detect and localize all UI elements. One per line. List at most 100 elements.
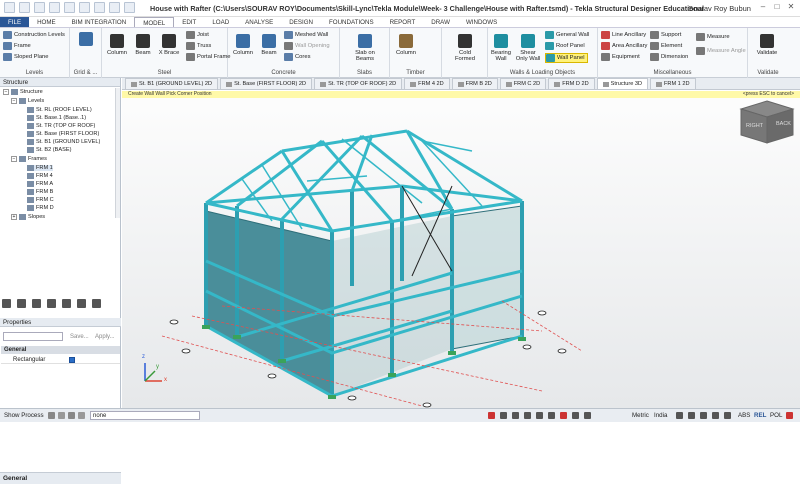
layers-icon[interactable] bbox=[92, 299, 101, 308]
tree-level-item[interactable]: St. B2 (BASE) bbox=[27, 147, 71, 153]
tree-level-item[interactable]: St. TR (TOP OF ROOF) bbox=[27, 123, 95, 129]
maximize-icon[interactable]: □ bbox=[772, 2, 782, 12]
menu-foundations[interactable]: FOUNDATIONS bbox=[321, 17, 382, 27]
view-cube-right-label[interactable]: RIGHT bbox=[746, 123, 763, 129]
tree-frame-item[interactable]: FRM D bbox=[27, 205, 54, 211]
steel-column-button[interactable]: Column bbox=[104, 34, 130, 56]
wall-panel-button[interactable]: Wall Panel bbox=[545, 53, 588, 63]
snap-icon[interactable] bbox=[524, 412, 531, 419]
menu-bim-integration[interactable]: BIM INTEGRATION bbox=[64, 17, 135, 27]
wall-opening-button[interactable]: Wall Opening bbox=[284, 42, 330, 50]
collapse-icon[interactable]: − bbox=[11, 156, 17, 162]
tree-settings-icon[interactable] bbox=[77, 299, 86, 308]
truss-button[interactable]: Truss bbox=[186, 42, 211, 50]
tab-structure-3d[interactable]: Structure 3D bbox=[596, 78, 649, 89]
tree-frame-item[interactable]: FRM 4 bbox=[27, 173, 53, 179]
general-wall-button[interactable]: General Wall bbox=[545, 31, 589, 39]
validate-button[interactable]: Validate bbox=[754, 34, 780, 56]
process-icon[interactable] bbox=[68, 412, 75, 419]
concrete-column-button[interactable]: Column bbox=[230, 34, 256, 56]
dimension-button[interactable]: Dimension bbox=[650, 53, 688, 61]
process-icon[interactable] bbox=[48, 412, 55, 419]
snap-icon[interactable] bbox=[572, 412, 579, 419]
status-icon[interactable] bbox=[724, 412, 731, 419]
concrete-beam-button[interactable]: Beam bbox=[256, 34, 282, 56]
cores-button[interactable]: Cores bbox=[284, 53, 310, 61]
open-icon[interactable] bbox=[34, 2, 45, 13]
grid-button[interactable] bbox=[73, 32, 99, 48]
roof-panel-button[interactable]: Roof Panel bbox=[545, 42, 585, 50]
menu-file[interactable]: FILE bbox=[0, 17, 30, 27]
equipment-button[interactable]: Equipment bbox=[601, 53, 640, 61]
tab-first-floor-2d[interactable]: St. Base (FIRST FLOOR) 2D bbox=[220, 78, 313, 89]
menu-model[interactable]: MODEL bbox=[134, 17, 175, 27]
user-name[interactable]: Sourav Roy Bubun bbox=[688, 4, 751, 13]
close-icon[interactable]: ✕ bbox=[786, 2, 796, 12]
minimize-icon[interactable]: – bbox=[758, 2, 768, 12]
menu-home[interactable]: HOME bbox=[29, 17, 64, 27]
process-icon[interactable] bbox=[58, 412, 65, 419]
save-button[interactable]: Save... bbox=[70, 334, 89, 340]
structure-model[interactable] bbox=[122, 91, 800, 408]
pol-mode[interactable]: POL bbox=[770, 412, 782, 419]
snap-icon[interactable] bbox=[584, 412, 591, 419]
collapse-icon[interactable]: − bbox=[11, 98, 17, 104]
tab-frm-4-2d[interactable]: FRM 4 2D bbox=[404, 78, 450, 89]
measure-button[interactable]: Measure bbox=[696, 33, 730, 41]
construction-levels-button[interactable]: Construction Levels bbox=[3, 31, 65, 39]
undo-icon[interactable] bbox=[64, 2, 75, 13]
tab-frm-c-2d[interactable]: FRM C 2D bbox=[499, 78, 547, 89]
snap-icon[interactable] bbox=[536, 412, 543, 419]
timber-column-button[interactable]: Column bbox=[393, 34, 419, 56]
snap-icon[interactable] bbox=[560, 412, 567, 419]
filter-icon[interactable] bbox=[62, 299, 71, 308]
groups-icon[interactable] bbox=[47, 299, 56, 308]
new-icon[interactable] bbox=[19, 2, 30, 13]
menu-edit[interactable]: EDIT bbox=[174, 17, 204, 27]
status-icon[interactable] bbox=[676, 412, 683, 419]
redo-icon[interactable] bbox=[79, 2, 90, 13]
tree-root[interactable]: − Structure bbox=[3, 89, 43, 95]
tab-frm-1-2d[interactable]: FRM 1 2D bbox=[650, 78, 696, 89]
sloped-plane-button[interactable]: Sloped Plane bbox=[3, 53, 49, 61]
rectangular-checkbox[interactable] bbox=[69, 357, 75, 363]
area-ancillary-button[interactable]: Area Ancillary bbox=[601, 42, 647, 50]
view-cube-back-label[interactable]: BACK bbox=[776, 121, 791, 127]
snap-icon[interactable] bbox=[548, 412, 555, 419]
slab-on-beams-button[interactable]: Slab on Beams bbox=[350, 34, 380, 62]
tree-slopes[interactable]: + Slopes bbox=[11, 214, 45, 220]
process-icon[interactable] bbox=[78, 412, 85, 419]
support-button[interactable]: Support bbox=[650, 31, 681, 39]
show-process-label[interactable]: Show Process bbox=[4, 412, 44, 419]
tree-level-item[interactable]: St. Base (FIRST FLOOR) bbox=[27, 131, 99, 137]
line-ancillary-button[interactable]: Line Ancillary bbox=[601, 31, 646, 39]
region-label[interactable]: India bbox=[654, 412, 667, 419]
element-button[interactable]: Element bbox=[650, 42, 682, 50]
status-icon[interactable] bbox=[688, 412, 695, 419]
joist-button[interactable]: Joist bbox=[186, 31, 209, 39]
steel-beam-button[interactable]: Beam bbox=[130, 34, 156, 56]
tree-levels[interactable]: − Levels bbox=[11, 98, 44, 104]
collapse-icon[interactable]: − bbox=[3, 89, 9, 95]
menu-design[interactable]: DESIGN bbox=[281, 17, 321, 27]
tree-frames[interactable]: − Frames bbox=[11, 156, 47, 162]
rel-mode[interactable]: REL bbox=[754, 412, 766, 419]
snap-icon[interactable] bbox=[500, 412, 507, 419]
portal-frame-button[interactable]: Portal Frame bbox=[186, 53, 231, 61]
measure-angle-button[interactable]: Measure Angle bbox=[696, 47, 746, 55]
combination-input[interactable]: none bbox=[90, 411, 200, 420]
shear-only-wall-button[interactable]: Shear Only Wall bbox=[514, 34, 542, 62]
copy-icon[interactable] bbox=[109, 2, 120, 13]
tree-frame-item[interactable]: FRM A bbox=[27, 181, 53, 187]
x-brace-button[interactable]: X Brace bbox=[156, 34, 182, 56]
expand-icon[interactable]: + bbox=[11, 214, 17, 220]
select-icon[interactable] bbox=[94, 2, 105, 13]
loads-icon[interactable] bbox=[32, 299, 41, 308]
status-icon[interactable] bbox=[712, 412, 719, 419]
properties-dropdown[interactable] bbox=[3, 332, 63, 341]
tree-scrollbar[interactable] bbox=[115, 88, 120, 218]
tab-top-of-roof-2d[interactable]: St. TR (TOP OF ROOF) 2D bbox=[314, 78, 403, 89]
cold-formed-button[interactable]: Cold Formed bbox=[450, 34, 480, 62]
menu-load[interactable]: LOAD bbox=[204, 17, 237, 27]
menu-report[interactable]: REPORT bbox=[382, 17, 424, 27]
